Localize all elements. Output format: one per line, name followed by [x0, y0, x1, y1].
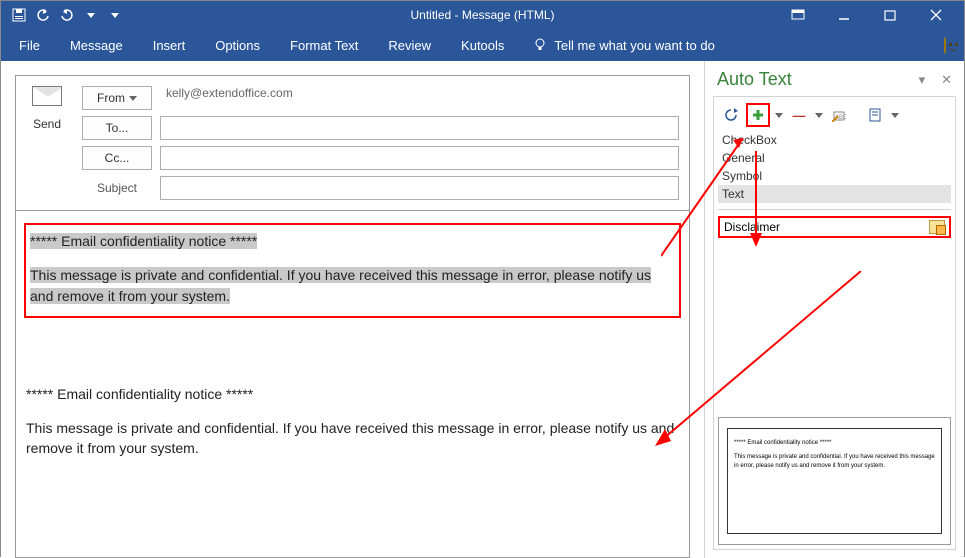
autotext-pane: Auto Text ▾ ✕ — ABC: [704, 61, 964, 558]
envelope-icon: [32, 86, 62, 106]
entry-label: Disclaimer: [724, 220, 780, 234]
pane-close-icon[interactable]: ✕: [941, 72, 952, 88]
bulb-icon: [534, 38, 548, 52]
tell-me-label: Tell me what you want to do: [554, 38, 714, 53]
minimize-icon[interactable]: [830, 5, 858, 25]
insert-entry-icon[interactable]: [929, 220, 945, 234]
autotext-entry-disclaimer[interactable]: Disclaimer: [718, 216, 951, 238]
from-button[interactable]: From: [82, 86, 152, 110]
send-label: Send: [26, 117, 68, 131]
tell-me-search[interactable]: Tell me what you want to do: [534, 38, 714, 53]
page-icon[interactable]: [864, 104, 886, 126]
refresh-icon[interactable]: [720, 104, 742, 126]
pane-title-label: Auto Text: [717, 69, 792, 90]
dropdown-icon[interactable]: [774, 104, 784, 126]
preview-title: ***** Email confidentiality notice *****: [734, 439, 935, 447]
notice-title: ***** Email confidentiality notice *****: [26, 384, 679, 404]
subject-field[interactable]: [160, 176, 679, 200]
tab-message[interactable]: Message: [70, 38, 123, 53]
tab-format-text[interactable]: Format Text: [290, 38, 358, 53]
tab-insert[interactable]: Insert: [153, 38, 186, 53]
redo-icon[interactable]: [59, 7, 75, 23]
to-label: To...: [106, 121, 129, 135]
feedback-smiley-icon[interactable]: [944, 37, 946, 54]
cc-field[interactable]: [160, 146, 679, 170]
window-title: Untitled - Message (HTML): [410, 8, 554, 22]
notice-text: This message is private and confidential…: [26, 418, 679, 459]
tab-options[interactable]: Options: [215, 38, 260, 53]
add-autotext-button[interactable]: [746, 103, 770, 127]
dropdown3-icon[interactable]: [890, 104, 900, 126]
tab-review[interactable]: Review: [388, 38, 431, 53]
notice-text-selected: This message is private and confidential…: [30, 267, 651, 303]
autotext-toolbar: — ABC: [718, 101, 951, 131]
from-label: From: [97, 91, 125, 105]
delete-icon[interactable]: —: [788, 104, 810, 126]
selected-text-highlight: ***** Email confidentiality notice *****…: [24, 223, 681, 318]
category-item[interactable]: CheckBox: [718, 131, 951, 149]
dropdown2-icon[interactable]: [814, 104, 824, 126]
preview-text: This message is private and confidential…: [734, 453, 935, 470]
message-body[interactable]: ***** Email confidentiality notice *****…: [15, 211, 690, 558]
ribbon-display-options-icon[interactable]: [784, 5, 812, 25]
edit-icon[interactable]: ABC: [828, 104, 850, 126]
category-item[interactable]: Symbol: [718, 167, 951, 185]
titlebar: Untitled - Message (HTML): [1, 1, 964, 29]
send-button[interactable]: Send: [26, 86, 68, 131]
pane-options-icon[interactable]: ▾: [919, 72, 926, 88]
message-header: Send From kelly@extendoffice.com To... C…: [15, 75, 690, 211]
tab-file[interactable]: File: [19, 38, 40, 53]
notice-title-selected: ***** Email confidentiality notice *****: [30, 233, 257, 249]
to-field[interactable]: [160, 116, 679, 140]
chevron-down-icon: [129, 96, 137, 101]
tab-kutools[interactable]: Kutools: [461, 38, 504, 53]
cc-button[interactable]: Cc...: [82, 146, 152, 170]
category-item-selected[interactable]: Text: [718, 185, 951, 203]
autotext-preview: ***** Email confidentiality notice *****…: [718, 417, 951, 545]
qat-dropdown2-icon[interactable]: [107, 7, 123, 23]
undo-icon[interactable]: [35, 7, 51, 23]
category-list: CheckBox General Symbol Text: [718, 131, 951, 203]
close-icon[interactable]: [922, 5, 950, 25]
to-button[interactable]: To...: [82, 116, 152, 140]
cc-label: Cc...: [105, 151, 130, 165]
qat-dropdown-icon[interactable]: [83, 7, 99, 23]
from-value: kelly@extendoffice.com: [160, 86, 679, 110]
maximize-icon[interactable]: [876, 5, 904, 25]
subject-label: Subject: [82, 181, 152, 195]
save-icon[interactable]: [11, 7, 27, 23]
category-item[interactable]: General: [718, 149, 951, 167]
ribbon: File Message Insert Options Format Text …: [1, 29, 964, 61]
